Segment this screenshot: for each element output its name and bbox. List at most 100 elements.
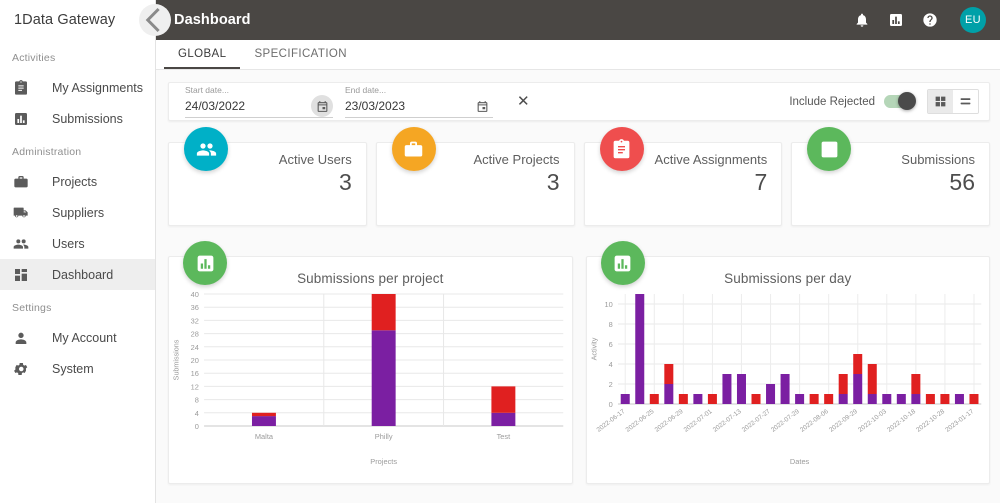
x-tick-label: 2022-07-27 <box>740 408 771 434</box>
x-tick-label: 2022-10-03 <box>857 408 888 434</box>
end-date-label: End date... <box>345 85 387 95</box>
x-tick-label: Test <box>497 432 511 441</box>
y-tick-label: 4 <box>195 409 199 418</box>
kpi-title: Submissions <box>901 152 975 167</box>
kpi-card-row: Active Users 3 Active Projects 3 Active Assi… <box>168 127 990 226</box>
y-tick-label: 28 <box>191 330 199 339</box>
chart-title: Submissions per day <box>724 271 852 286</box>
end-date-input[interactable] <box>345 97 455 115</box>
y-tick-label: 36 <box>191 303 199 312</box>
bar-chart-icon[interactable] <box>888 12 904 28</box>
x-tick-label: 2022-10-18 <box>886 408 917 434</box>
briefcase-icon <box>13 173 33 191</box>
view-mode-group <box>927 89 979 114</box>
people-icon <box>13 235 33 253</box>
people-icon <box>196 142 216 156</box>
end-date-row <box>345 95 493 118</box>
kpi-card-active-assignments[interactable]: Active Assignments 7 <box>583 127 783 226</box>
tab-specification[interactable]: SPECIFICATION <box>240 40 361 69</box>
briefcase-icon <box>14 175 28 187</box>
bar-segment <box>663 364 673 384</box>
y-tick-label: 0 <box>195 422 199 431</box>
bar-chart-icon <box>821 141 838 157</box>
sidebar-item-suppliers[interactable]: Suppliers <box>0 197 155 228</box>
chart-svg-day: 02468102022-06-172022-06-252022-06-29202… <box>589 294 981 466</box>
sidebar-item-my-assignments[interactable]: My Assignments <box>0 72 155 103</box>
y-tick-label: 0 <box>608 400 612 409</box>
bar-segment <box>491 386 516 413</box>
y-tick-label: 8 <box>608 320 612 329</box>
y-tick-label: 32 <box>191 317 199 326</box>
sidebar-item-users[interactable]: Users <box>0 228 155 259</box>
sidebar-section-header: Administration <box>12 146 82 158</box>
x-tick-label: Malta <box>255 432 274 441</box>
brand-title: 1Data Gateway <box>14 12 116 28</box>
kpi-title: Active Projects <box>473 152 560 167</box>
x-tick-label: 2022-10-28 <box>915 408 946 434</box>
sidebar-collapse-button[interactable] <box>139 4 171 36</box>
bar-segment <box>780 374 790 404</box>
bar-segment <box>251 416 276 426</box>
avatar[interactable]: EU <box>960 7 986 33</box>
bar-segment <box>823 394 833 404</box>
sidebar-item-label: Suppliers <box>52 205 105 220</box>
list-view-icon[interactable] <box>953 90 978 113</box>
clipboard-icon <box>15 79 27 95</box>
y-tick-label: 8 <box>195 396 199 405</box>
bar-segment <box>809 394 819 404</box>
chart-svg-project: 0 4 8 12 16 20 24 28 32 36 40 Malta Philly Test Projec… <box>171 290 564 466</box>
sidebar-brand: 1Data Gateway <box>0 0 171 40</box>
kpi-card-active-users[interactable]: Active Users 3 <box>168 127 367 226</box>
sidebar-item-dashboard[interactable]: Dashboard <box>0 259 155 290</box>
grid-view-icon[interactable] <box>928 90 953 113</box>
end-date-calendar-icon[interactable] <box>471 95 493 117</box>
clear-filter-icon[interactable]: ✕ <box>513 92 534 111</box>
bar-segment <box>939 394 949 404</box>
x-tick-label: 2022-06-25 <box>624 408 655 434</box>
end-date-field[interactable]: End date... <box>345 85 493 118</box>
start-date-calendar-icon[interactable] <box>311 95 333 117</box>
bar-segment <box>663 384 673 404</box>
sidebar-item-label: Submissions <box>52 111 123 126</box>
bar-segment <box>852 374 862 404</box>
kpi-value: 3 <box>546 169 560 195</box>
briefcase-icon <box>391 127 436 171</box>
x-tick-label: 2023-01-17 <box>944 408 975 434</box>
x-tick-label: 2022-06-17 <box>595 408 626 434</box>
sidebar-item-projects[interactable]: Projects <box>0 166 155 197</box>
bar-segment <box>721 374 731 404</box>
sidebar-item-my-account[interactable]: My Account <box>0 322 155 353</box>
bar-segment <box>620 394 630 404</box>
chevron-left-icon <box>145 8 160 32</box>
bar-chart-icon <box>183 241 227 285</box>
kpi-value: 56 <box>949 169 975 195</box>
start-date-input[interactable] <box>185 97 295 115</box>
bar-chart-icon <box>600 241 645 285</box>
help-icon[interactable] <box>922 12 938 28</box>
y-tick-label: 12 <box>191 383 199 392</box>
bar-segment <box>867 394 877 404</box>
x-tick-label: 2022-08-06 <box>798 408 829 434</box>
include-rejected-toggle[interactable] <box>884 92 916 110</box>
person-icon <box>15 332 27 344</box>
clipboard-icon <box>13 79 33 97</box>
tab-global[interactable]: GLOBAL <box>164 40 241 69</box>
y-tick-label: 24 <box>191 343 199 352</box>
bar-segment <box>881 394 891 404</box>
chart-card-submissions-per-day: Submissions per day 0 2 4 6 8 10 2022-06-17 202… <box>585 241 990 484</box>
bar-segment <box>794 394 804 404</box>
kpi-card-active-projects[interactable]: Active Projects 3 <box>375 127 575 226</box>
x-tick-label: 2022-07-29 <box>769 408 800 434</box>
bar-segment <box>896 394 906 404</box>
bell-icon[interactable] <box>854 12 870 28</box>
sidebar-item-label: Dashboard <box>52 267 114 282</box>
sidebar-item-submissions[interactable]: Submissions <box>0 103 155 134</box>
x-tick-label: Philly <box>375 432 393 441</box>
dashboard-grid-icon <box>15 268 27 281</box>
start-date-label: Start date... <box>185 85 229 95</box>
kpi-card-submissions[interactable]: Submissions 56 <box>791 127 990 226</box>
start-date-field[interactable]: Start date... <box>185 85 333 118</box>
sidebar-item-system[interactable]: System <box>0 353 155 384</box>
bar-segment <box>649 394 659 404</box>
y-tick-label: 16 <box>191 369 199 378</box>
